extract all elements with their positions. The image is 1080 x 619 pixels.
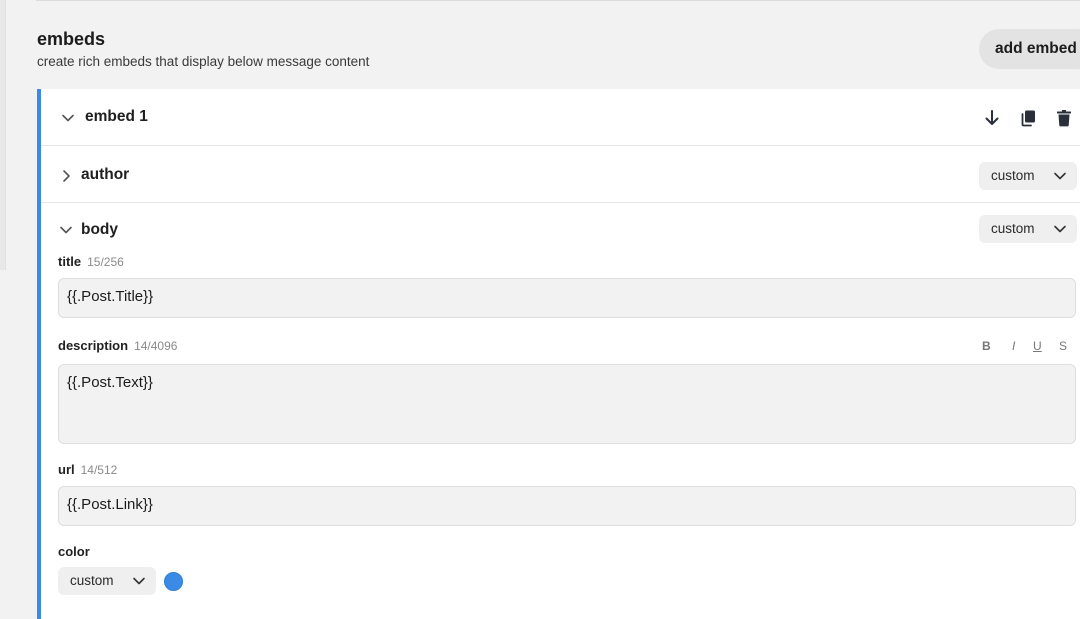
color-mode-value: custom [70,573,114,588]
embed-title: embed 1 [85,108,148,125]
body-label: body [81,221,119,238]
copy-icon[interactable] [1018,108,1038,128]
body-mode-select[interactable]: custom [979,215,1077,243]
author-label: author [81,166,130,183]
color-mode-select[interactable]: custom [58,567,156,595]
color-field-label: color [58,544,90,559]
chevron-down-icon [1054,172,1066,180]
url-label-text: url [58,462,75,477]
divider [36,0,1080,1]
bold-button[interactable]: B [982,339,991,353]
chevron-down-icon [133,577,145,585]
add-embed-button[interactable]: add embed [979,29,1080,69]
url-char-count: 14/512 [80,463,118,477]
embed-header[interactable]: embed 1 [41,89,1080,146]
url-input[interactable]: {{.Post.Link}} [58,486,1076,526]
color-swatch[interactable] [164,572,183,591]
body-mode-value: custom [991,221,1035,236]
chevron-down-icon [1054,225,1066,233]
left-rail [0,0,6,270]
author-mode-select[interactable]: custom [979,162,1077,190]
description-label-text: description [58,338,129,353]
embeds-section-header: embeds create rich embeds that display b… [37,28,369,69]
author-mode-value: custom [991,168,1035,183]
title-input[interactable]: {{.Post.Title}} [58,278,1076,318]
underline-button[interactable]: U [1033,339,1042,353]
strikethrough-button[interactable]: S [1059,339,1067,353]
chevron-right-icon[interactable] [59,169,73,183]
description-char-count: 14/4096 [134,339,178,353]
title-field-label: title 15/256 [58,254,124,269]
description-field-label: description 14/4096 [58,338,177,353]
author-section[interactable]: author custom [41,146,1080,203]
chevron-down-icon[interactable] [59,223,73,237]
url-field-label: url 14/512 [58,462,117,477]
embed-card: embed 1 author custom body custom title … [37,89,1080,619]
chevron-down-icon[interactable] [61,111,75,125]
description-textarea[interactable]: {{.Post.Text}} [58,364,1076,444]
trash-icon[interactable] [1054,108,1074,128]
section-title: embeds [37,29,106,49]
title-char-count: 15/256 [87,255,124,269]
body-section-header[interactable]: body custom [41,203,1080,260]
arrow-down-icon[interactable] [982,108,1002,128]
italic-button[interactable]: I [1012,339,1015,353]
section-subtitle: create rich embeds that display below me… [37,54,370,69]
title-label-text: title [58,254,82,269]
